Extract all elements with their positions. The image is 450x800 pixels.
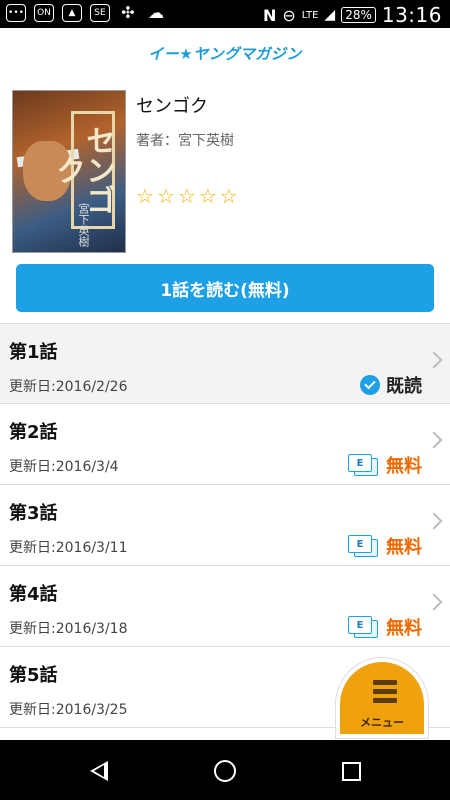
status-free-label: 無料 (386, 618, 422, 639)
system-icons: N ⊖ LTE ◢ 28% 13:16 (263, 3, 442, 27)
episode-status: E 無料 (348, 533, 422, 559)
episode-date: 更新日:2016/2/26 (9, 379, 128, 395)
recent-apps-icon[interactable] (342, 762, 361, 781)
image-icon: ▲ (62, 4, 82, 22)
star-icon[interactable]: ☆ (220, 186, 238, 206)
episode-title: 第3話 (9, 503, 58, 524)
episode-title: 第1話 (9, 342, 58, 363)
episode-date: 更新日:2016/3/25 (9, 702, 128, 718)
ticket-icon: E (348, 616, 380, 638)
episode-row[interactable]: 第2話 更新日:2016/3/4 E 無料 (0, 404, 450, 485)
star-icon[interactable]: ☆ (178, 186, 196, 206)
book-detail: センゴク 宮下英樹 センゴク 著者：宮下英樹 ☆ ☆ ☆ ☆ ☆ (12, 90, 438, 256)
clock: 13:16 (381, 3, 442, 27)
app-logo: イー★ヤングマガジン (148, 44, 302, 63)
message-icon: ••• (6, 4, 26, 22)
battery-icon: 28% (341, 7, 376, 23)
minus-icon: ⊖ (282, 5, 296, 25)
hamburger-icon (373, 680, 397, 707)
episode-date: 更新日:2016/3/4 (9, 459, 119, 475)
cover-author: 宮下英樹 (77, 203, 90, 247)
star-icon[interactable]: ☆ (136, 186, 154, 206)
status-free-label: 無料 (386, 537, 422, 558)
chevron-right-icon (425, 512, 443, 530)
chevron-right-icon (425, 351, 443, 369)
chevron-right-icon (425, 593, 443, 611)
home-icon[interactable] (214, 760, 236, 782)
status-bar: ••• ON ▲ SE ✣ ☁ N ⊖ LTE ◢ 28% 13:16 (0, 0, 450, 28)
back-icon[interactable] (90, 761, 108, 781)
menu-label: メニュー (360, 716, 404, 729)
episode-status: E 無料 (348, 614, 422, 640)
signal-icon: ◢ (324, 7, 336, 23)
star-icon[interactable]: ☆ (199, 186, 217, 206)
book-cover: センゴク 宮下英樹 (12, 90, 126, 253)
episode-status: 既読 (360, 372, 422, 398)
pinwheel-icon: ✣ (121, 3, 135, 22)
chevron-right-icon (425, 431, 443, 449)
book-author: 著者：宮下英樹 (136, 133, 234, 149)
cloud-icon: ☁ (148, 3, 164, 22)
nfc-icon: N (262, 5, 277, 25)
on-icon: ON (34, 4, 54, 22)
episode-row[interactable]: 第1話 更新日:2016/2/26 既読 (0, 323, 450, 404)
app-header: イー★ヤングマガジン (0, 28, 450, 78)
system-nav-bar (0, 740, 450, 800)
episode-status: E 無料 (348, 452, 422, 478)
notification-icons: ••• ON ▲ SE ✣ ☁ (6, 4, 166, 22)
episode-row[interactable]: 第3話 更新日:2016/3/11 E 無料 (0, 485, 450, 566)
episode-row[interactable]: 第4話 更新日:2016/3/18 E 無料 (0, 566, 450, 647)
status-read-label: 既読 (386, 376, 422, 397)
episode-title: 第4話 (9, 584, 58, 605)
ticket-icon: E (348, 454, 380, 476)
check-icon (360, 375, 380, 395)
episode-title: 第2話 (9, 422, 58, 443)
ticket-icon: E (348, 535, 380, 557)
rating-stars[interactable]: ☆ ☆ ☆ ☆ ☆ (136, 186, 238, 206)
read-first-episode-button[interactable]: 1話を読む(無料) (16, 264, 434, 312)
book-title: センゴク (136, 96, 208, 117)
star-icon[interactable]: ☆ (157, 186, 175, 206)
book-info: センゴク 著者：宮下英樹 ☆ ☆ ☆ ☆ ☆ (136, 90, 436, 206)
episode-date: 更新日:2016/3/18 (9, 621, 128, 637)
status-free-label: 無料 (386, 456, 422, 477)
episode-date: 更新日:2016/3/11 (9, 540, 128, 556)
network-type: LTE (301, 9, 319, 21)
se-icon: SE (90, 4, 110, 22)
episode-title: 第5話 (9, 665, 58, 686)
